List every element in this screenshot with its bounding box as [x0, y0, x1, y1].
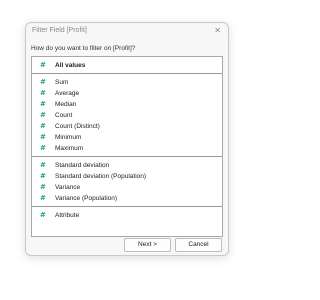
cancel-button[interactable]: Cancel — [175, 238, 222, 252]
next-button[interactable]: Next > — [124, 238, 171, 252]
hash-icon: # — [40, 61, 46, 69]
hash-icon: # — [40, 161, 46, 169]
list-item-label: Variance (Population) — [55, 195, 118, 202]
list-item-label: Maximum — [55, 145, 84, 152]
dialog-titlebar: Filter Field [Profit] ✕ — [26, 23, 228, 41]
list-item-sum[interactable]: # Sum — [32, 77, 222, 88]
list-item-label: Attribute — [55, 212, 80, 219]
aggregation-list[interactable]: # All values # Sum # Average # Median # … — [31, 56, 223, 237]
hash-icon: # — [40, 211, 46, 219]
list-item-label: Count (Distinct) — [55, 123, 100, 130]
hash-icon: # — [40, 89, 46, 97]
hash-icon: # — [40, 100, 46, 108]
hash-icon: # — [40, 194, 46, 202]
list-item-variance[interactable]: # Variance — [32, 182, 222, 193]
resize-grip-icon[interactable]: ⋰ — [221, 248, 226, 253]
list-item-all-values[interactable]: # All values — [32, 60, 222, 71]
list-item-label: Average — [55, 90, 80, 97]
list-item-count[interactable]: # Count — [32, 110, 222, 121]
list-item-attribute[interactable]: # Attribute — [32, 210, 222, 221]
filter-prompt: How do you want to filter on [Profit]? — [31, 45, 136, 52]
list-item-standard-deviation-population[interactable]: # Standard deviation (Population) — [32, 171, 222, 182]
list-item-label: Count — [55, 112, 73, 119]
list-item-label: Standard deviation (Population) — [55, 173, 147, 180]
list-item-maximum[interactable]: # Maximum — [32, 143, 222, 154]
divider — [32, 156, 222, 157]
list-item-label: Median — [55, 101, 77, 108]
list-item-minimum[interactable]: # Minimum — [32, 132, 222, 143]
hash-icon: # — [40, 122, 46, 130]
list-item-label: Variance — [55, 184, 81, 191]
divider — [32, 206, 222, 207]
list-item-standard-deviation[interactable]: # Standard deviation — [32, 160, 222, 171]
list-item-label: Minimum — [55, 134, 82, 141]
list-item-variance-population[interactable]: # Variance (Population) — [32, 193, 222, 204]
hash-icon: # — [40, 111, 46, 119]
list-item-median[interactable]: # Median — [32, 99, 222, 110]
dialog-title: Filter Field [Profit] — [32, 27, 87, 34]
list-item-count-distinct[interactable]: # Count (Distinct) — [32, 121, 222, 132]
hash-icon: # — [40, 144, 46, 152]
filter-field-dialog: Filter Field [Profit] ✕ How do you want … — [25, 22, 229, 256]
hash-icon: # — [40, 133, 46, 141]
hash-icon: # — [40, 183, 46, 191]
divider — [32, 73, 222, 74]
hash-icon: # — [40, 172, 46, 180]
list-item-label: Sum — [55, 79, 69, 86]
list-item-average[interactable]: # Average — [32, 88, 222, 99]
list-item-label: All values — [55, 62, 86, 69]
list-item-label: Standard deviation — [55, 162, 110, 169]
hash-icon: # — [40, 78, 46, 86]
close-icon[interactable]: ✕ — [214, 26, 221, 35]
